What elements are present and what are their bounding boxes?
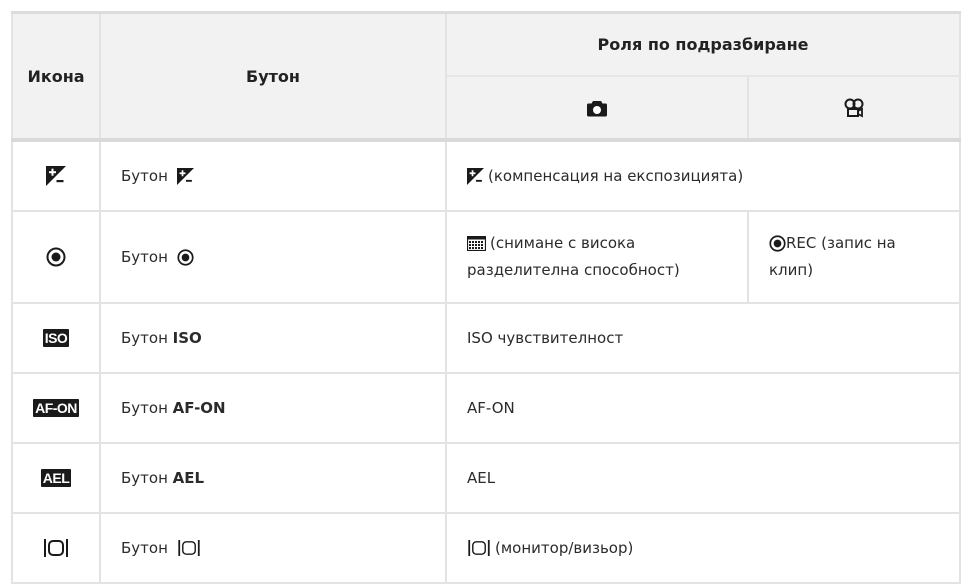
table-row: ISO Бутон ISO ISO чувствителност	[11, 302, 962, 374]
movie-role-cell: REC (запис на клип)	[746, 210, 962, 304]
role-cell: (компенсация на експозицията)	[444, 138, 962, 212]
table-row: Бутон (компенсация на експозицията)	[11, 138, 962, 212]
high-res-shot-icon	[467, 236, 486, 251]
icon-cell	[11, 512, 101, 584]
ael-icon: AEL	[40, 469, 72, 487]
exposure-comp-icon	[46, 166, 66, 186]
icon-cell	[11, 138, 101, 212]
button-label: Бутон	[121, 398, 168, 417]
button-label: Бутон	[121, 247, 168, 266]
table-row: Бутон (монитор/визьор)	[11, 512, 962, 584]
icon-cell: ISO	[11, 302, 101, 374]
role-cell: AF-ON	[444, 372, 962, 444]
monitor-viewfinder-icon	[44, 539, 68, 557]
monitor-viewfinder-icon	[468, 540, 490, 556]
photo-mode-header	[445, 75, 749, 141]
button-label: Бутон	[121, 468, 168, 487]
movie-camera-icon	[844, 98, 864, 118]
button-cell: Бутон AF-ON	[99, 372, 447, 444]
table-row: AF-ON Бутон AF-ON AF-ON	[11, 372, 962, 444]
button-cell: Бутон	[99, 138, 447, 212]
table-row: Бутон (снимане с висока разделителна спо…	[11, 210, 962, 304]
role-text-line1: (снимане с висока	[490, 234, 636, 252]
button-name: AF-ON	[172, 398, 226, 417]
role-cell: AEL	[444, 442, 962, 514]
role-text-line2: разделителна способност)	[467, 261, 680, 279]
monitor-viewfinder-icon	[178, 540, 200, 556]
button-label: Бутон	[121, 166, 168, 185]
movie-text-line2: клип)	[769, 261, 814, 279]
role-text: AEL	[467, 468, 496, 487]
icon-column-header: Икона	[11, 11, 101, 141]
role-cell: ISO чувствителност	[444, 302, 962, 374]
button-cell: Бутон AEL	[99, 442, 447, 514]
table-row: AEL Бутон AEL AEL	[11, 442, 962, 514]
button-name: ISO	[172, 328, 202, 347]
movie-text-line1: REC (запис на	[786, 234, 896, 252]
record-icon	[769, 235, 786, 252]
icon-cell: AF-ON	[11, 372, 101, 444]
exposure-comp-icon	[176, 167, 194, 185]
default-role-header: Роля по подразбиране	[444, 11, 962, 77]
record-icon	[46, 247, 66, 267]
photo-role-cell: (снимане с висока разделителна способнос…	[445, 210, 749, 304]
movie-mode-header	[746, 75, 962, 141]
button-column-header: Бутон	[99, 11, 447, 141]
button-cell: Бутон	[99, 210, 447, 304]
button-cell: Бутон ISO	[99, 302, 447, 374]
exposure-comp-icon	[467, 167, 484, 185]
role-text: (компенсация на експозицията)	[488, 166, 744, 185]
role-text: (монитор/визьор)	[495, 538, 634, 557]
button-label: Бутон	[121, 328, 168, 347]
role-text: ISO чувствителност	[467, 328, 624, 347]
button-function-table: Икона Бутон Роля по подразбиране Бутон (…	[11, 11, 962, 584]
af-on-icon: AF-ON	[33, 399, 79, 417]
iso-icon: ISO	[42, 329, 70, 347]
icon-cell	[11, 210, 101, 304]
role-cell: (монитор/визьор)	[444, 512, 962, 584]
icon-cell: AEL	[11, 442, 101, 514]
record-icon	[177, 248, 194, 266]
camera-icon	[587, 101, 607, 117]
role-text: AF-ON	[467, 398, 515, 417]
button-cell: Бутон	[99, 512, 447, 584]
button-label: Бутон	[121, 538, 168, 557]
button-name: AEL	[172, 468, 205, 487]
button-function-table-container: Икона Бутон Роля по подразбиране Бутон (…	[11, 11, 962, 584]
